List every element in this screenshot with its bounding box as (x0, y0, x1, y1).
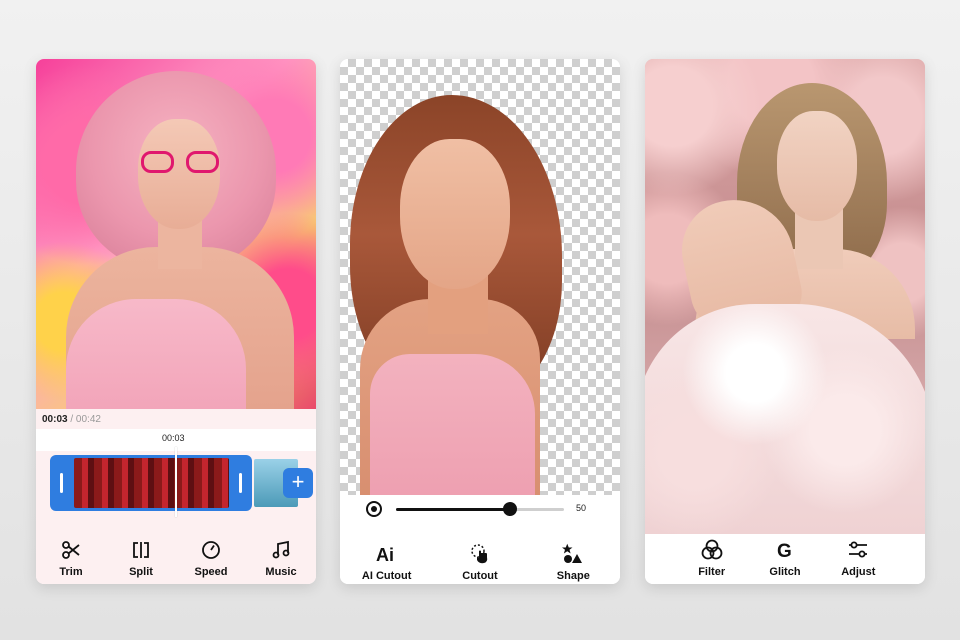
cutout-subject-face (400, 139, 510, 289)
tool-music[interactable]: Music (249, 539, 313, 578)
tool-shape[interactable]: Shape (541, 543, 605, 582)
clip-thumbnails (74, 458, 229, 508)
tool-cutout-label: Cutout (462, 570, 498, 582)
timecode-separator: / (67, 414, 76, 425)
tool-trim[interactable]: Trim (39, 539, 103, 578)
preview-subject-face (138, 119, 220, 229)
brush-size-slider-fill (396, 508, 511, 511)
tool-music-label: Music (265, 566, 297, 578)
tool-glitch[interactable]: G Glitch (753, 539, 817, 578)
split-icon (109, 539, 173, 561)
timecode-current: 00:03 (42, 414, 68, 425)
timecode: 00:03 / 00:42 (42, 414, 101, 425)
speedometer-icon (179, 539, 243, 561)
glitch-g-icon: G (753, 539, 817, 561)
playhead[interactable] (175, 447, 177, 517)
filter-circles-icon (680, 539, 744, 561)
add-clip-button[interactable]: + (283, 468, 313, 498)
tool-glitch-label: Glitch (769, 566, 801, 578)
cutout-editor-screen: 50 Ai AI Cutout Cutout Shape (340, 59, 620, 584)
trim-handle-right[interactable] (239, 473, 242, 493)
preview-subject-top (66, 299, 246, 414)
photo-subject-dress (645, 304, 925, 534)
video-editor-screen: 00:03 / 00:42 00:03 + Trim Split Speed M… (36, 59, 316, 584)
tool-split[interactable]: Split (109, 539, 173, 578)
tool-shape-label: Shape (556, 570, 590, 582)
selected-clip[interactable] (50, 455, 252, 511)
tool-filter[interactable]: Filter (680, 539, 744, 578)
playhead-time: 00:03 (162, 433, 185, 443)
sliders-icon (826, 539, 890, 561)
ai-icon: Ai (355, 543, 419, 565)
tool-ai-cutout[interactable]: Ai AI Cutout (355, 543, 419, 582)
tool-split-label: Split (129, 566, 153, 578)
tool-adjust[interactable]: Adjust (826, 539, 890, 578)
svg-text:Ai: Ai (376, 545, 394, 564)
preview-subject-glasses (141, 151, 219, 173)
tool-adjust-label: Adjust (841, 566, 876, 578)
cutout-subject-top (370, 354, 535, 495)
scissors-icon (39, 539, 103, 561)
hand-pointer-icon (448, 543, 512, 565)
music-note-icon (249, 539, 313, 561)
brush-size-icon (366, 501, 382, 517)
svg-text:G: G (777, 541, 792, 561)
tool-speed-label: Speed (194, 566, 228, 578)
tool-cutout[interactable]: Cutout (448, 543, 512, 582)
filter-toolbar: Filter G Glitch Adjust (645, 539, 925, 578)
tool-trim-label: Trim (59, 566, 83, 578)
tool-ai-cutout-label: AI Cutout (361, 570, 412, 582)
trim-handle-left[interactable] (60, 473, 63, 493)
editor-toolbar: Trim Split Speed Music (36, 539, 316, 578)
cutout-toolbar: Ai AI Cutout Cutout Shape (340, 543, 620, 582)
timecode-total: 00:42 (75, 414, 101, 425)
photo-filter-screen: Filter G Glitch Adjust (645, 59, 925, 584)
brush-size-value: 50 (576, 503, 587, 513)
tool-filter-label: Filter (698, 566, 726, 578)
shapes-icon (541, 543, 605, 565)
tool-speed[interactable]: Speed (179, 539, 243, 578)
photo-subject-face (777, 111, 857, 221)
